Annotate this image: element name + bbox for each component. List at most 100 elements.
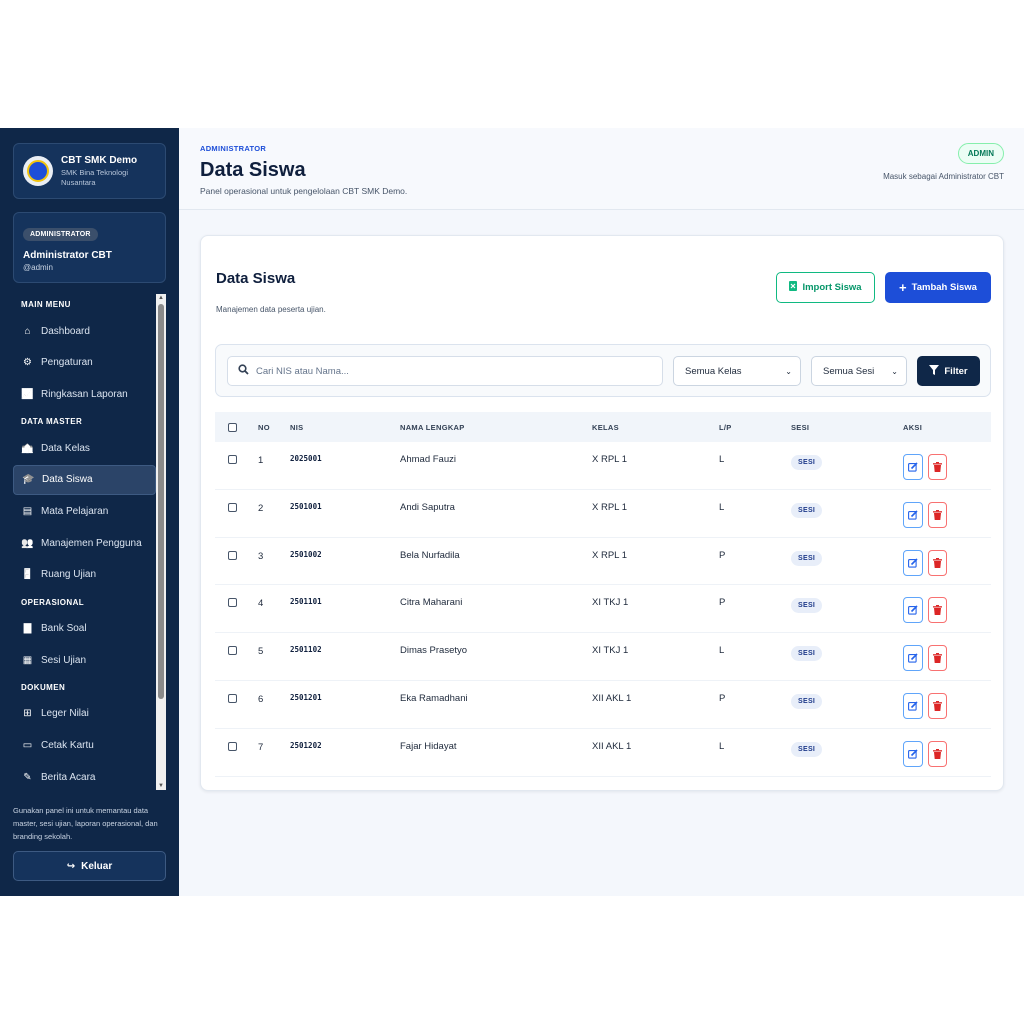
trash-icon [933, 748, 942, 759]
cell-kelas: X RPL 1 [592, 549, 628, 561]
cell-no: 4 [258, 598, 264, 610]
sidebar-item-ruang-ujian[interactable]: 🚪 Ruang Ujian [13, 560, 156, 590]
signature-icon: ✎ [23, 771, 32, 783]
sidebar-item-data-kelas[interactable]: 🏫 Data Kelas [13, 433, 156, 463]
cell-nis: 2501202 [290, 740, 322, 750]
row-checkbox[interactable] [228, 455, 237, 464]
brand-title: CBT SMK Demo [61, 154, 138, 166]
sidebar-item-data-siswa[interactable]: 🎓 Data Siswa [13, 464, 156, 495]
logout-label: Keluar [81, 860, 113, 872]
tambah-siswa-button[interactable]: + Tambah Siswa [885, 272, 991, 303]
table-row: 2 2501001 Andi Saputra X RPL 1 L SESI [215, 490, 991, 538]
table-body: 1 2025001 Ahmad Fauzi X RPL 1 L SESI 2 2501001 A… [215, 442, 991, 777]
col-nis: NIS [290, 423, 304, 432]
select-all-checkbox[interactable] [228, 423, 237, 432]
delete-button[interactable] [928, 692, 947, 719]
filter-button[interactable]: Filter [917, 356, 980, 386]
sidebar-item-sesi-ujian[interactable]: ▦ Sesi Ujian [13, 645, 156, 675]
import-siswa-button[interactable]: Import Siswa [776, 272, 875, 303]
cell-nis: 2501002 [290, 549, 322, 559]
chevron-down-icon: ⌄ [891, 366, 898, 376]
trash-icon [933, 509, 942, 520]
sidebar-note: Gunakan panel ini untuk memantau data ma… [13, 806, 158, 841]
logout-button[interactable]: ↪ Keluar [13, 851, 166, 881]
edit-button[interactable] [903, 549, 923, 576]
sidebar-item-bank-soal[interactable]: ▇ Bank Soal [13, 614, 156, 644]
edit-button[interactable] [903, 740, 923, 767]
sesi-select[interactable]: Semua Sesi ⌄ [811, 356, 907, 386]
row-checkbox[interactable] [228, 693, 237, 703]
edit-button[interactable] [903, 597, 923, 624]
import-label: Import Siswa [802, 282, 862, 293]
sidebar-item-label: Dashboard [41, 325, 90, 337]
search-input[interactable]: Cari NIS atau Nama... [227, 356, 663, 386]
header-overline: ADMINISTRATOR [200, 144, 267, 153]
menu-section-title: OPERASIONAL [21, 597, 85, 607]
sidebar-item-cetak-kartu[interactable]: ▭ Cetak Kartu [13, 731, 156, 761]
delete-button[interactable] [928, 501, 947, 528]
sidebar-item-pengaturan[interactable]: ⚙ Pengaturan [13, 348, 156, 378]
search-placeholder: Cari NIS atau Nama... [256, 365, 349, 377]
sidebar-item-dashboard[interactable]: ⌂ Dashboard [13, 316, 156, 346]
edit-button[interactable] [903, 501, 923, 528]
cell-nis: 2501001 [290, 501, 322, 511]
sidebar-item-label: Leger Nilai [41, 708, 89, 720]
kelas-select-value: Semua Kelas [685, 365, 742, 377]
cell-nis: 2501101 [290, 597, 322, 607]
cell-nama: Eka Ramadhani [400, 692, 468, 704]
scroll-up-icon[interactable]: ▲ [158, 295, 164, 301]
cell-nama: Bela Nurfadila [400, 549, 460, 561]
sidebar-item-label: Cetak Kartu [41, 740, 94, 752]
table-row: 5 2501102 Dimas Prasetyo XI TKJ 1 L SESI [215, 633, 991, 681]
sidebar-item-mata-pelajaran[interactable]: ▤ Mata Pelajaran [13, 496, 156, 526]
edit-button[interactable] [903, 692, 923, 719]
trash-icon [933, 462, 942, 472]
user-graduate-icon: 🎓 [22, 474, 35, 486]
cell-nama: Andi Saputra [400, 501, 455, 513]
edit-icon [908, 462, 918, 472]
delete-button[interactable] [928, 549, 947, 576]
scrollbar-thumb[interactable] [158, 304, 164, 699]
page-title: Data Siswa [200, 159, 306, 181]
gear-icon: ⚙ [23, 357, 32, 369]
row-checkbox[interactable] [228, 502, 237, 512]
table-row: 4 2501101 Citra Maharani XI TKJ 1 P SESI [215, 585, 991, 634]
delete-button[interactable] [928, 645, 947, 672]
row-checkbox[interactable] [228, 550, 237, 560]
cell-nis: 2501102 [290, 645, 322, 655]
user-handle: @admin [23, 263, 53, 272]
cell-nama: Ahmad Fauzi [400, 454, 456, 465]
edit-button[interactable] [903, 645, 923, 672]
table-row: 6 2501201 Eka Ramadhani XII AKL 1 P SESI [215, 681, 991, 729]
sidebar-item-berita-acara[interactable]: ✎ Berita Acara [13, 762, 156, 788]
data-siswa-card: Data Siswa Manajemen data peserta ujian.… [200, 235, 1004, 791]
kelas-select[interactable]: Semua Kelas ⌄ [673, 356, 801, 386]
row-checkbox[interactable] [228, 646, 237, 656]
sidebar-item-manajemen-pengguna[interactable]: 👥 Manajemen Pengguna [13, 528, 156, 558]
table-row: 3 2501002 Bela Nurfadila X RPL 1 P SESI [215, 538, 991, 586]
delete-button[interactable] [928, 454, 947, 480]
menu-section-title: DATA MASTER [21, 417, 83, 427]
col-kelas: KELAS [592, 423, 619, 432]
row-checkbox[interactable] [228, 598, 237, 608]
delete-button[interactable] [928, 740, 947, 767]
cell-lp: P [719, 692, 726, 704]
scroll-down-icon[interactable]: ▼ [158, 783, 164, 789]
cell-no: 7 [258, 741, 264, 753]
menu-scrollbar[interactable]: ▲ ▼ [156, 294, 166, 790]
table-row: 1 2025001 Ahmad Fauzi X RPL 1 L SESI [215, 442, 991, 490]
menu-section-title: MAIN MENU [21, 300, 71, 309]
calendar-icon: ▦ [22, 654, 33, 666]
brand-card[interactable]: CBT SMK Demo SMK Bina Teknologi Nusantar… [13, 143, 166, 199]
sidebar-item-ringkasan-laporan[interactable]: 📈 Ringkasan Laporan [13, 379, 156, 409]
col-aksi: AKSI [903, 423, 923, 432]
col-no: NO [258, 423, 270, 432]
filter-label: Filter [944, 365, 968, 377]
cell-kelas: X RPL 1 [592, 454, 628, 465]
page-description: Panel operasional untuk pengelolaan CBT … [200, 186, 408, 196]
row-checkbox[interactable] [228, 741, 237, 751]
delete-button[interactable] [928, 597, 947, 624]
cell-nis: 2025001 [290, 454, 322, 463]
sidebar-item-leger-nilai[interactable]: ⊞ Leger Nilai [13, 699, 156, 729]
edit-button[interactable] [903, 454, 923, 480]
